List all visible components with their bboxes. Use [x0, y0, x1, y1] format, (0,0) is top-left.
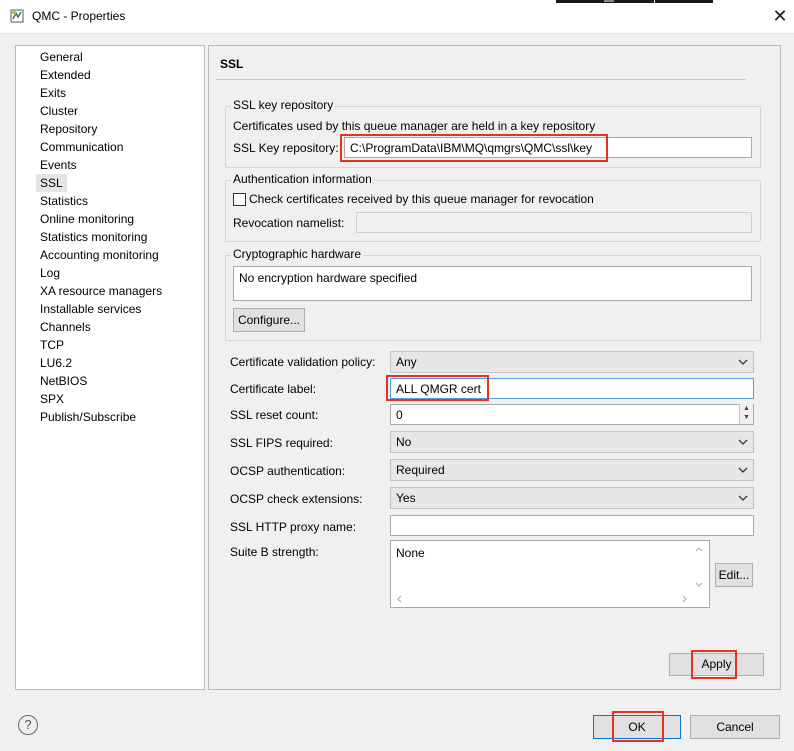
cert-label-label: Certificate label:	[230, 382, 317, 396]
nav-item-publish-subscribe[interactable]: Publish/Subscribe	[40, 408, 136, 426]
close-icon[interactable]: ✕	[770, 5, 790, 27]
apply-button[interactable]: Apply	[669, 653, 764, 676]
vertical-scrollbar[interactable]	[693, 545, 705, 591]
crypto-hardware-group-label: Cryptographic hardware	[231, 247, 364, 261]
nav-item-statistics[interactable]: Statistics	[40, 192, 88, 210]
key-repository-group-label: SSL key repository	[231, 98, 336, 112]
key-repository-label: SSL Key repository:	[233, 141, 339, 155]
fips-value: No	[396, 435, 412, 449]
fips-select[interactable]: No	[390, 431, 754, 453]
nav-item-channels[interactable]: Channels	[40, 318, 91, 336]
cert-validation-policy-value: Any	[396, 355, 417, 369]
http-proxy-label: SSL HTTP proxy name:	[230, 520, 357, 534]
nav-item-events[interactable]: Events	[40, 156, 77, 174]
ocsp-auth-value: Required	[396, 463, 445, 477]
nav-item-ssl[interactable]: SSL	[36, 174, 67, 192]
chevron-down-icon	[738, 439, 748, 445]
authentication-group-label: Authentication information	[231, 172, 374, 186]
fips-label: SSL FIPS required:	[230, 436, 333, 450]
nav-item-general[interactable]: General	[40, 48, 83, 66]
nav-item-exits[interactable]: Exits	[40, 84, 66, 102]
reset-count-label: SSL reset count:	[230, 408, 319, 422]
chevron-down-icon	[738, 467, 748, 473]
nav-item-cluster[interactable]: Cluster	[40, 102, 78, 120]
crypto-hardware-value: No encryption hardware specified	[233, 266, 752, 301]
nav-item-online-monitoring[interactable]: Online monitoring	[40, 210, 134, 228]
section-divider	[216, 79, 746, 80]
nav-item-accounting-monitoring[interactable]: Accounting monitoring	[40, 246, 159, 264]
nav-item-spx[interactable]: SPX	[40, 390, 64, 408]
cert-validation-policy-label: Certificate validation policy:	[230, 355, 376, 369]
nav-item-tcp[interactable]: TCP	[40, 336, 64, 354]
ocsp-auth-select[interactable]: Required	[390, 459, 754, 481]
app-icon	[10, 9, 24, 23]
key-repository-description: Certificates used by this queue manager …	[233, 119, 596, 133]
nav-item-communication[interactable]: Communication	[40, 138, 123, 156]
suite-b-edit-button[interactable]: Edit...	[715, 563, 753, 587]
cancel-button[interactable]: Cancel	[690, 715, 780, 739]
ocsp-ext-select[interactable]: Yes	[390, 487, 754, 509]
revocation-checkbox-label: Check certificates received by this queu…	[249, 192, 594, 206]
chevron-down-icon	[738, 359, 748, 365]
spinner-up-icon[interactable]: ▲	[740, 404, 753, 413]
spinner-down-icon[interactable]: ▼	[740, 413, 753, 422]
nav-item-lu62[interactable]: LU6.2	[40, 354, 72, 372]
page-title: SSL	[220, 57, 244, 71]
horizontal-scrollbar[interactable]	[395, 593, 691, 605]
revocation-namelist-label: Revocation namelist:	[233, 216, 345, 230]
ocsp-ext-value: Yes	[396, 491, 416, 505]
revocation-namelist-input[interactable]	[356, 212, 752, 233]
help-icon[interactable]: ?	[18, 715, 38, 735]
reset-count-input[interactable]: 0	[390, 404, 754, 425]
reset-count-spinner[interactable]: ▲ ▼	[739, 404, 753, 424]
nav-item-statistics-monitoring[interactable]: Statistics monitoring	[40, 228, 147, 246]
nav-item-log[interactable]: Log	[40, 264, 60, 282]
nav-item-xa-resource-managers[interactable]: XA resource managers	[40, 282, 162, 300]
key-repository-input[interactable]: C:\ProgramData\IBM\MQ\qmgrs\QMC\ssl\key	[344, 137, 752, 158]
ocsp-ext-label: OCSP check extensions:	[230, 492, 363, 506]
ok-button[interactable]: OK	[593, 715, 681, 739]
window-title: QMC - Properties	[32, 9, 126, 23]
nav-item-installable-services[interactable]: Installable services	[40, 300, 141, 318]
nav-item-netbios[interactable]: NetBIOS	[40, 372, 87, 390]
chevron-down-icon	[738, 495, 748, 501]
http-proxy-input[interactable]	[390, 515, 754, 536]
nav-item-extended[interactable]: Extended	[40, 66, 91, 84]
taskbar-strip	[655, 0, 713, 3]
cert-validation-policy-select[interactable]: Any	[390, 351, 754, 373]
taskbar-strip-mark	[604, 0, 614, 2]
property-nav-panel: General Extended Exits Cluster Repositor…	[15, 45, 205, 690]
revocation-checkbox[interactable]	[233, 193, 246, 206]
suite-b-label: Suite B strength:	[230, 545, 319, 559]
cert-label-input[interactable]: ALL QMGR cert	[390, 378, 754, 399]
nav-item-repository[interactable]: Repository	[40, 120, 97, 138]
configure-button[interactable]: Configure...	[233, 308, 305, 332]
ocsp-auth-label: OCSP authentication:	[230, 464, 346, 478]
suite-b-list[interactable]: None	[390, 540, 710, 608]
suite-b-value: None	[396, 546, 425, 560]
